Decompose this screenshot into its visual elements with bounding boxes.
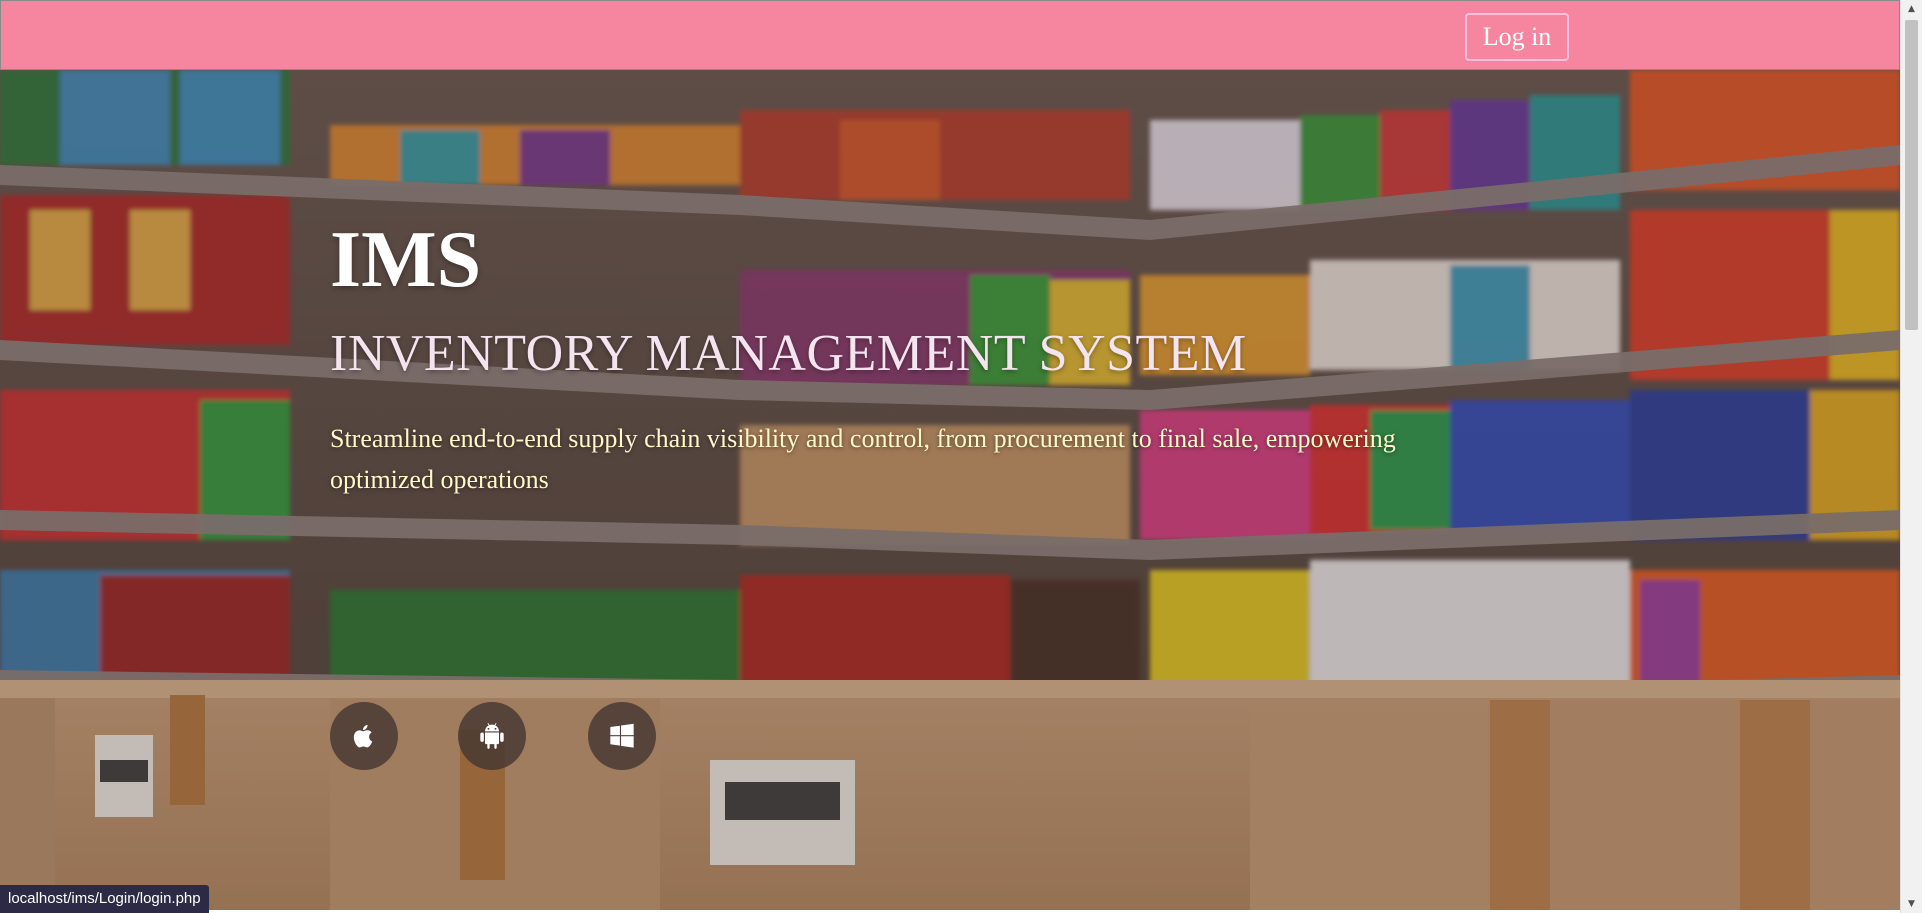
android-platform-button[interactable]: [458, 702, 526, 770]
scrollbar-thumb[interactable]: [1905, 20, 1918, 330]
windows-platform-button[interactable]: [588, 702, 656, 770]
android-icon: [480, 723, 504, 749]
scroll-down-arrow-icon[interactable]: ▼: [1901, 895, 1922, 913]
vertical-scrollbar[interactable]: ▲ ▼: [1900, 0, 1922, 913]
navbar: Log in: [0, 0, 1900, 70]
link-status-bar: localhost/ims/Login/login.php: [0, 885, 209, 913]
hero-subtitle: INVENTORY MANAGEMENT SYSTEM: [330, 325, 1247, 382]
apple-platform-button[interactable]: [330, 702, 398, 770]
apple-icon: [353, 724, 373, 748]
login-button[interactable]: Log in: [1465, 13, 1569, 61]
scroll-up-arrow-icon[interactable]: ▲: [1901, 0, 1922, 18]
hero-section: IMS INVENTORY MANAGEMENT SYSTEM Streamli…: [0, 70, 1900, 910]
hero-tagline: Streamline end-to-end supply chain visib…: [330, 424, 1396, 494]
platform-links: [330, 702, 670, 772]
brand-title: IMS: [330, 216, 482, 304]
windows-icon: [610, 723, 634, 748]
page: Log in IMS INVENTORY MANAGEMENT SYSTEM S…: [0, 0, 1922, 913]
